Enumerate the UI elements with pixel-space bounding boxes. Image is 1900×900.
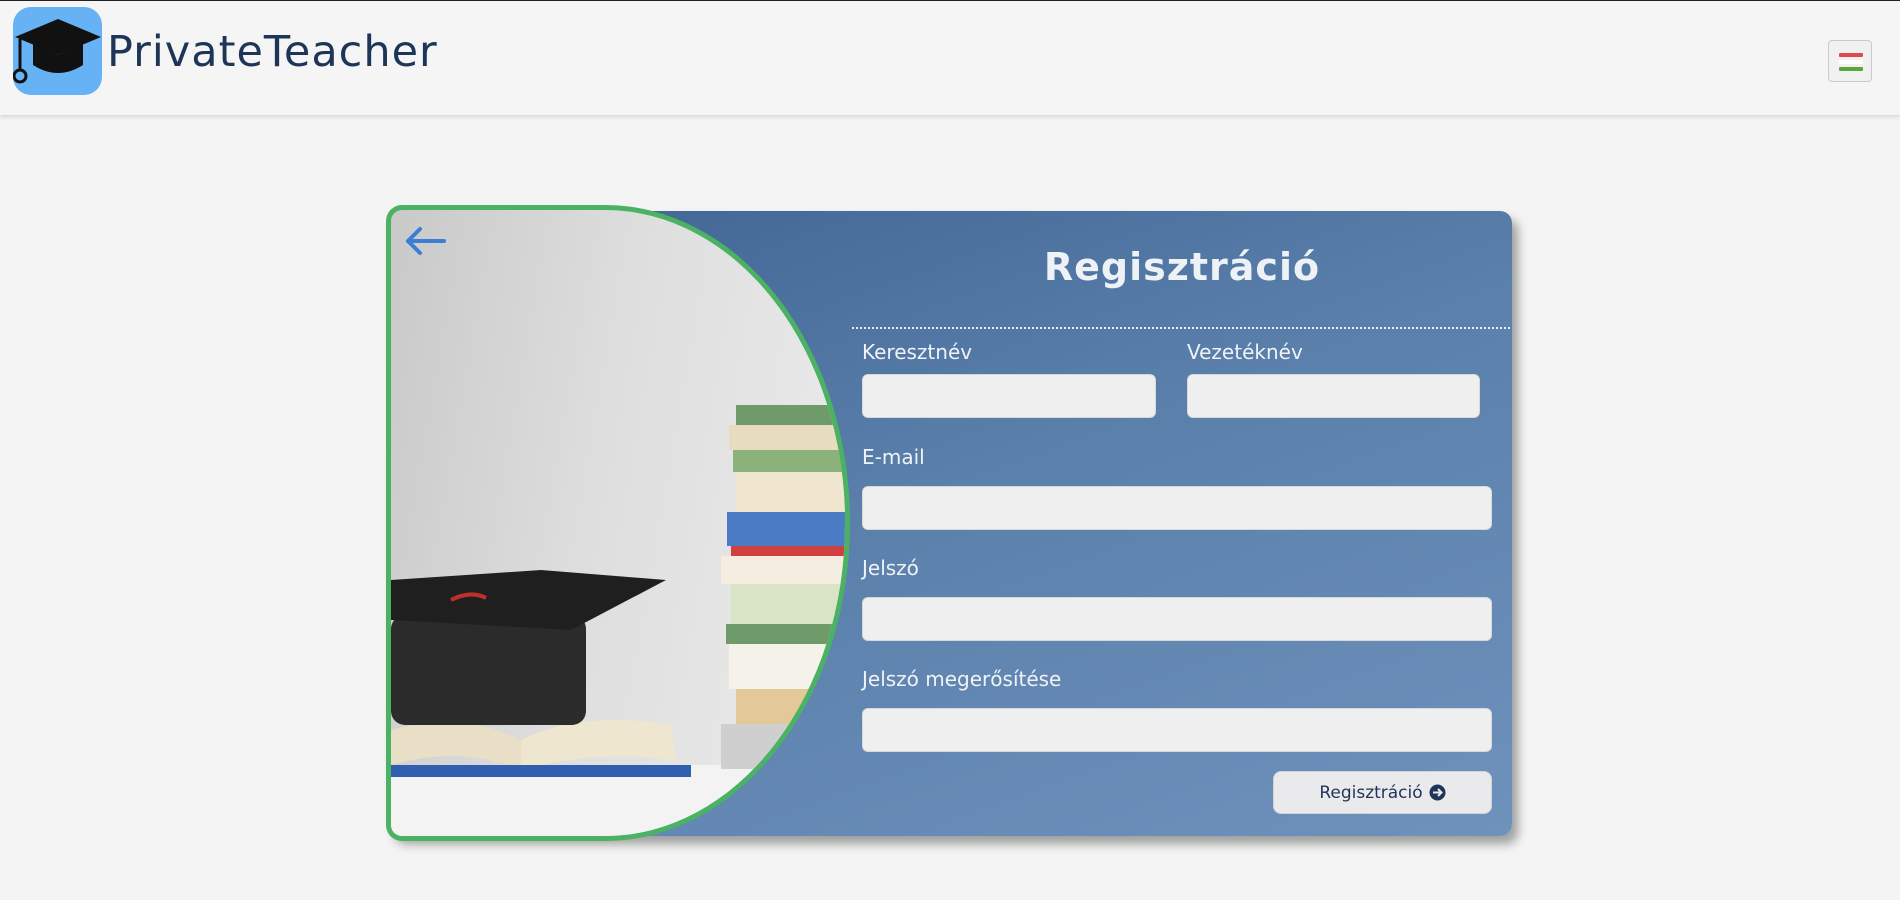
arrow-circle-right-icon xyxy=(1429,784,1446,801)
form-title: Regisztráció xyxy=(1043,245,1321,289)
register-button[interactable]: Regisztráció xyxy=(1273,771,1492,814)
first-name-label: Keresztnév xyxy=(862,340,973,364)
hungarian-flag-icon xyxy=(1839,53,1863,71)
password-label: Jelszó xyxy=(862,556,919,580)
navbar: PrivateTeacher xyxy=(0,1,1900,115)
logo[interactable] xyxy=(13,7,102,95)
password-confirm-label: Jelszó megerősítése xyxy=(862,667,1062,691)
register-button-label: Regisztráció xyxy=(1319,782,1423,803)
password-field[interactable] xyxy=(862,597,1492,641)
title-divider xyxy=(852,327,1510,329)
graduation-cap-icon xyxy=(13,19,101,84)
last-name-label: Vezetéknév xyxy=(1187,340,1303,364)
first-name-field[interactable] xyxy=(862,374,1156,418)
language-toggle-button[interactable] xyxy=(1828,40,1872,82)
email-label: E-mail xyxy=(862,445,925,469)
email-field[interactable] xyxy=(862,486,1492,530)
brand-name[interactable]: PrivateTeacher xyxy=(107,27,438,77)
password-confirm-field[interactable] xyxy=(862,708,1492,752)
last-name-field[interactable] xyxy=(1187,374,1480,418)
back-arrow-icon[interactable] xyxy=(404,226,446,256)
